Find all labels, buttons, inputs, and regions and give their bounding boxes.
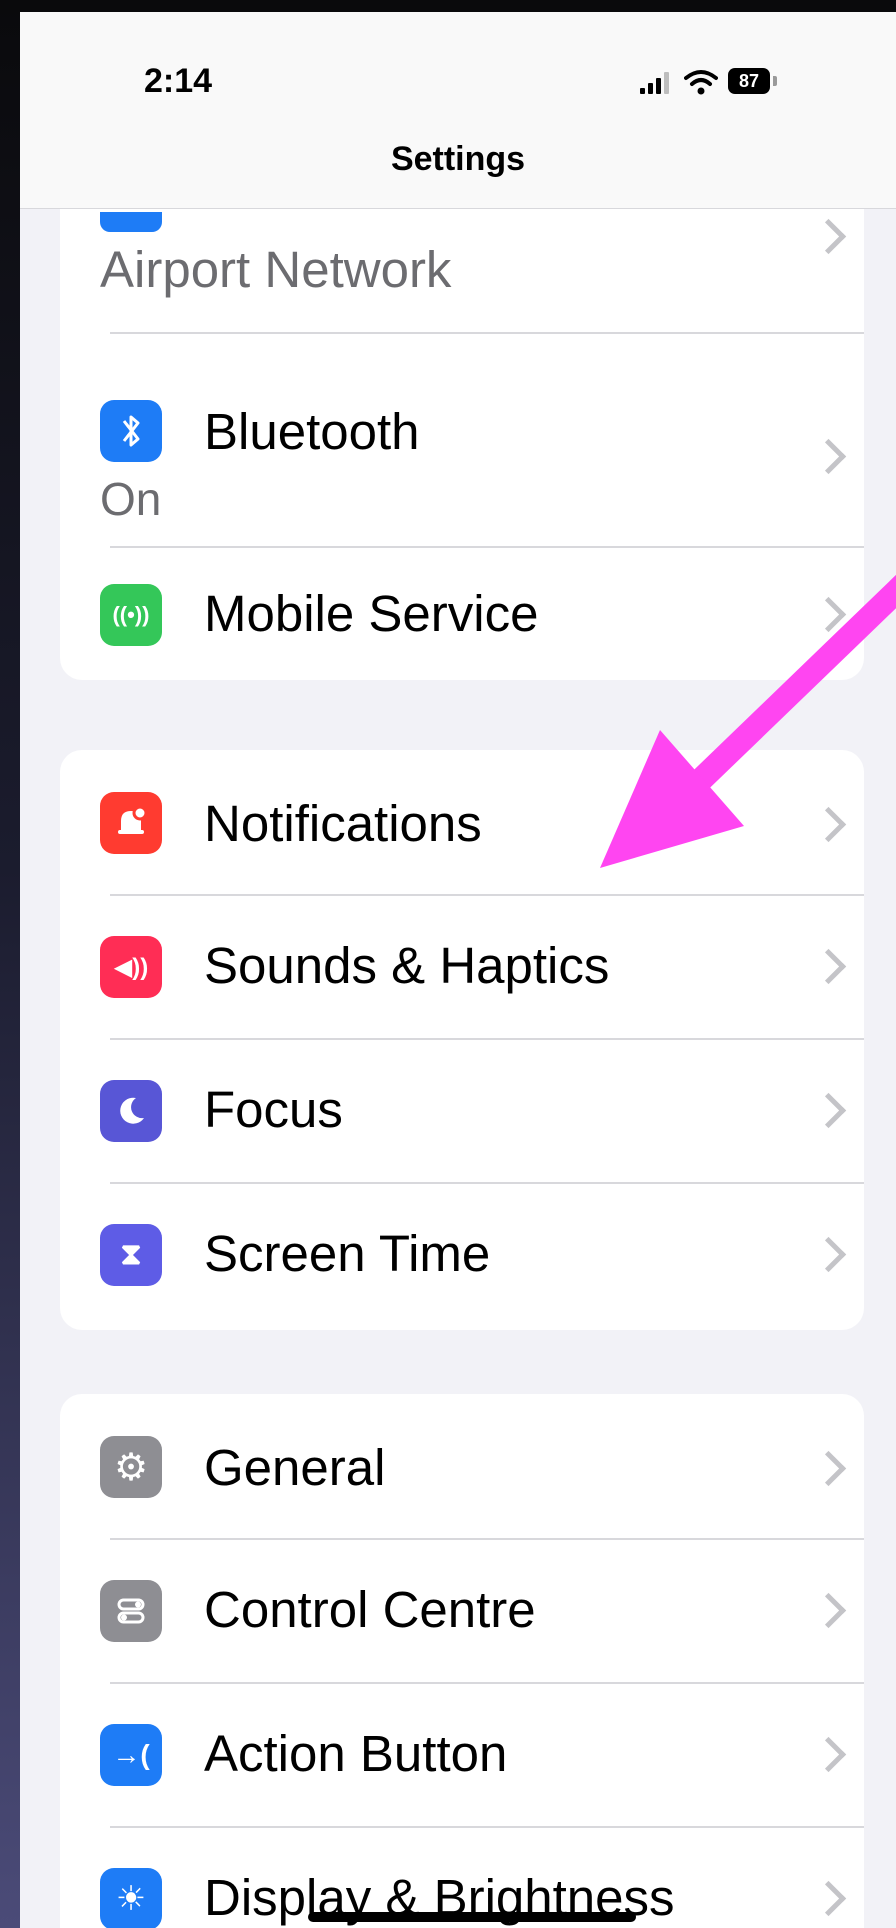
annotation-arrow [600,574,896,868]
